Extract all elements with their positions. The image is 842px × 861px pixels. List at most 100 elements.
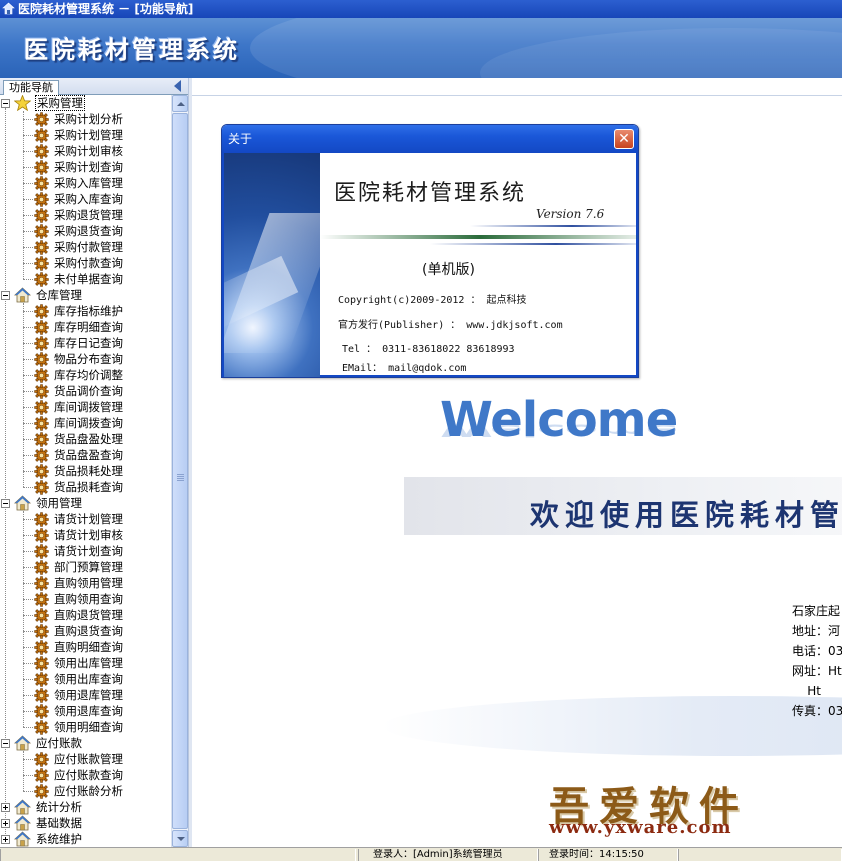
about-dialog: 关于 ✕ 医院耗材管理系统 Version 7.6 (单机版) Copyrigh…	[221, 124, 639, 378]
tree-item-label: 采购计划分析	[54, 112, 123, 126]
window-title: 医院耗材管理系统 － [功能导航]	[18, 2, 194, 16]
tree-item-label: 货品损耗查询	[54, 480, 123, 494]
tree-item-label: 货品调价查询	[54, 384, 123, 398]
collapse-icon[interactable]	[1, 739, 10, 748]
tree-group-5[interactable]: 统计分析	[0, 799, 171, 815]
tree-item[interactable]: 货品调价查询	[0, 383, 171, 399]
tree-item[interactable]: 部门预算管理	[0, 559, 171, 575]
expand-icon[interactable]	[1, 803, 10, 812]
gear-icon	[34, 688, 49, 703]
tree-item[interactable]: 采购计划审核	[0, 143, 171, 159]
tree-item[interactable]: 领用退库查询	[0, 703, 171, 719]
tree-item[interactable]: 库存均价调整	[0, 367, 171, 383]
gear-icon	[34, 112, 49, 127]
tree-item-label: 采购退货管理	[54, 208, 123, 222]
tree-item[interactable]: 货品盘盈处理	[0, 431, 171, 447]
gear-icon	[34, 128, 49, 143]
tree-item[interactable]: 采购付款管理	[0, 239, 171, 255]
tree-item[interactable]: 货品损耗处理	[0, 463, 171, 479]
tree-item[interactable]: 采购退货查询	[0, 223, 171, 239]
about-dialog-titlebar[interactable]: 关于 ✕	[222, 125, 638, 153]
tree-item[interactable]: 领用明细查询	[0, 719, 171, 735]
tree-group-3[interactable]: 领用管理	[0, 495, 171, 511]
nav-tabstrip: 功能导航	[0, 78, 190, 95]
tree-group-6[interactable]: 基础数据	[0, 815, 171, 831]
gear-icon	[34, 176, 49, 191]
tree-item[interactable]: 采购计划管理	[0, 127, 171, 143]
tree-item-label: 领用退库查询	[54, 704, 123, 718]
tree-scrollbar[interactable]	[171, 95, 188, 847]
tree-group-4[interactable]: 应付账款	[0, 735, 171, 751]
house-icon	[13, 799, 32, 815]
status-cell-empty	[678, 849, 842, 861]
watermark-url: www.yxware.com	[549, 817, 732, 838]
tree-group-1[interactable]: 采购管理	[0, 95, 171, 112]
tree-item[interactable]: 领用出库查询	[0, 671, 171, 687]
scroll-thumb[interactable]	[172, 113, 188, 829]
tree-item[interactable]: 库间调拨查询	[0, 415, 171, 431]
expand-icon[interactable]	[1, 819, 10, 828]
scroll-up-button[interactable]	[172, 95, 188, 112]
tree-item[interactable]: 采购入库管理	[0, 175, 171, 191]
header-banner: 医院耗材管理系统	[0, 18, 842, 78]
gear-icon	[34, 208, 49, 223]
company-line: Ht	[792, 684, 821, 698]
tree-item[interactable]: 采购退货管理	[0, 207, 171, 223]
tree-group-2[interactable]: 仓库管理	[0, 287, 171, 303]
status-login-time: 登录时间：14:15:50	[538, 849, 678, 861]
tree-item-label: 请货计划审核	[54, 528, 123, 542]
tree-item[interactable]: 未付单据查询	[0, 271, 171, 287]
tree-item[interactable]: 请货计划审核	[0, 527, 171, 543]
tree-item-label: 采购计划审核	[54, 144, 123, 158]
tree-item[interactable]: 应付账款查询	[0, 767, 171, 783]
tree-item[interactable]: 物品分布查询	[0, 351, 171, 367]
app-icon	[2, 2, 15, 15]
tree-group-label: 领用管理	[36, 496, 82, 510]
tree-item[interactable]: 库存明细查询	[0, 319, 171, 335]
function-nav-tree: 采购管理 采购计划分析 采购计划管理 采购计划审核 采购计划查询 采购入库管理 采购入库查询…	[0, 95, 171, 847]
tree-item[interactable]: 采购计划查询	[0, 159, 171, 175]
about-product-name: 医院耗材管理系统	[334, 181, 527, 206]
tree-item[interactable]: 直购明细查询	[0, 639, 171, 655]
scroll-down-button[interactable]	[172, 830, 188, 847]
status-login-user: 登录人：[Admin]系统管理员	[358, 849, 538, 861]
tree-item-label: 请货计划查询	[54, 544, 123, 558]
tree-item[interactable]: 采购入库查询	[0, 191, 171, 207]
tree-item[interactable]: 领用退库管理	[0, 687, 171, 703]
about-dialog-title: 关于	[228, 132, 253, 146]
tree-item-label: 库间调拨查询	[54, 416, 123, 430]
tree-item[interactable]: 直购退货查询	[0, 623, 171, 639]
gear-icon	[34, 528, 49, 543]
tree-item[interactable]: 直购退货管理	[0, 607, 171, 623]
window-titlebar[interactable]: 医院耗材管理系统 － [功能导航]	[0, 0, 842, 18]
tree-item[interactable]: 直购领用查询	[0, 591, 171, 607]
tree-item[interactable]: 库存指标维护	[0, 303, 171, 319]
tree-item[interactable]: 领用出库管理	[0, 655, 171, 671]
tree-item[interactable]: 货品盘盈查询	[0, 447, 171, 463]
collapse-icon[interactable]	[1, 291, 10, 300]
status-bar: 登录人：[Admin]系统管理员 登录时间：14:15:50	[0, 847, 842, 861]
tree-group-7[interactable]: 系统维护	[0, 831, 171, 847]
tree-item[interactable]: 请货计划查询	[0, 543, 171, 559]
tree-item[interactable]: 库存日记查询	[0, 335, 171, 351]
expand-icon[interactable]	[1, 835, 10, 844]
tree-item[interactable]: 货品损耗查询	[0, 479, 171, 495]
tree-item[interactable]: 采购计划分析	[0, 111, 171, 127]
house-icon	[13, 287, 32, 303]
tab-function-nav[interactable]: 功能导航	[3, 80, 59, 95]
tree-item[interactable]: 库间调拨管理	[0, 399, 171, 415]
tree-item[interactable]: 请货计划管理	[0, 511, 171, 527]
tree-item-label: 部门预算管理	[54, 560, 123, 574]
collapse-panel-arrow-icon[interactable]	[174, 80, 181, 92]
tree-connector	[23, 511, 24, 727]
tree-item[interactable]: 采购付款查询	[0, 255, 171, 271]
close-icon[interactable]: ✕	[614, 129, 634, 149]
tree-item[interactable]: 直购领用管理	[0, 575, 171, 591]
tree-item-label: 采购付款管理	[54, 240, 123, 254]
tree-item[interactable]: 应付账款管理	[0, 751, 171, 767]
tree-item[interactable]: 应付账龄分析	[0, 783, 171, 799]
collapse-icon[interactable]	[1, 499, 10, 508]
collapse-icon[interactable]	[1, 99, 10, 108]
gear-icon	[34, 448, 49, 463]
tree-item-label: 采购计划管理	[54, 128, 123, 142]
